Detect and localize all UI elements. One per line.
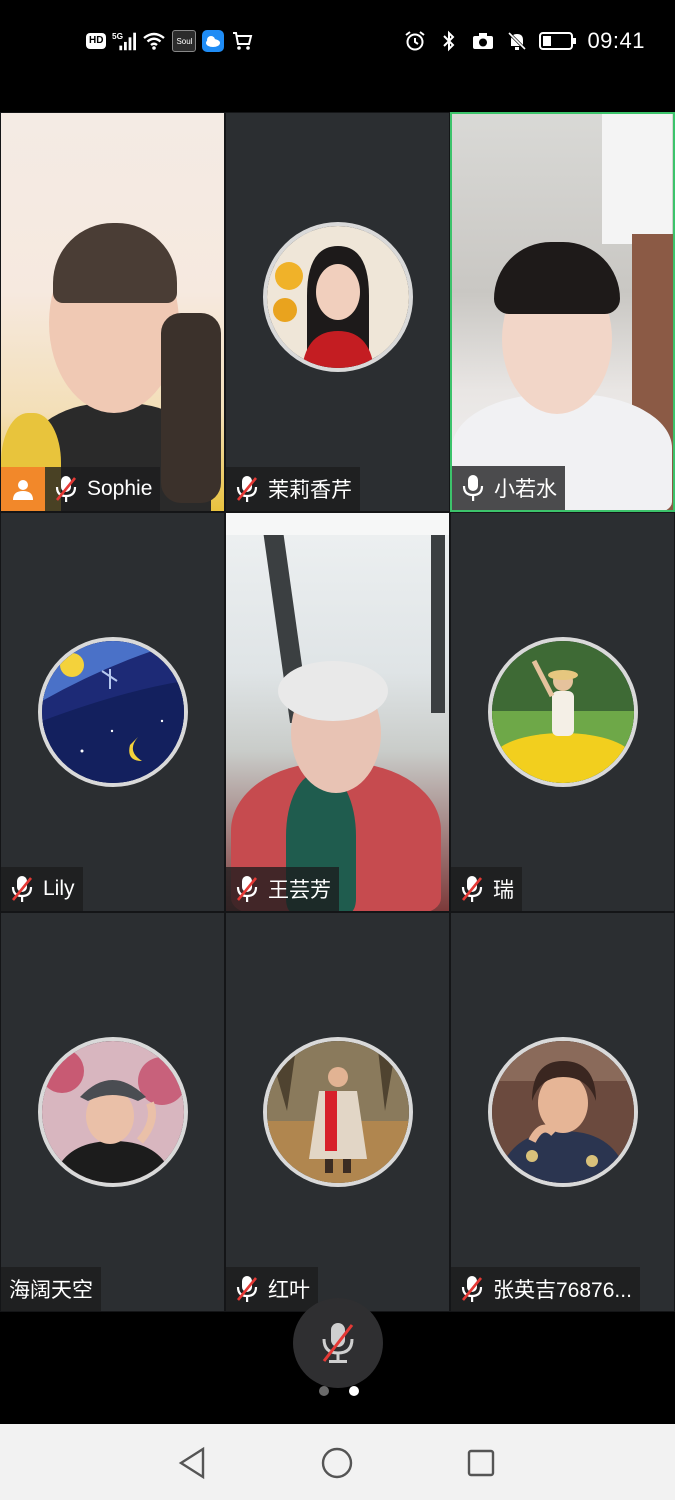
participant-avatar: [262, 1037, 413, 1187]
participant-tile-rui[interactable]: 瑞: [450, 512, 675, 912]
mic-muted-icon: [9, 874, 35, 904]
home-circle-icon: [321, 1447, 353, 1479]
participant-tile-wangyunfang[interactable]: 王芸芳: [225, 512, 450, 912]
participant-nameplate: 小若水: [452, 466, 565, 510]
participant-tile-hongye[interactable]: 红叶: [225, 912, 450, 1312]
participant-tile-molixiangqin[interactable]: 茉莉香芹: [225, 112, 450, 512]
participant-nameplate: Lily: [1, 867, 83, 911]
cellular-signal-icon: 5G: [112, 29, 137, 53]
participant-grid: Sophie 茉莉香芹 小若水 Lily 王芸芳 瑞 海阔天空 红叶 张英吉76…: [0, 112, 675, 1312]
participant-avatar: [487, 1037, 638, 1187]
status-bar: HD 5G Soul 09:41: [0, 0, 675, 84]
video-feed: [452, 114, 673, 510]
mic-icon: [460, 473, 486, 503]
participant-name: 王芸芳: [268, 879, 331, 902]
participant-avatar: [37, 1037, 188, 1187]
participant-avatar: [262, 222, 413, 372]
participant-tile-lily[interactable]: Lily: [0, 512, 225, 912]
mic-muted-icon: [459, 1274, 485, 1304]
bluetooth-icon: [437, 29, 461, 53]
participant-name: 张英吉76876...: [493, 1279, 632, 1302]
video-feed: [226, 513, 449, 911]
participant-name: Lily: [43, 877, 75, 900]
mute-toggle-button[interactable]: [293, 1298, 383, 1388]
participant-nameplate: 张英吉76876...: [451, 1267, 640, 1311]
mic-muted-icon: [234, 474, 260, 504]
back-triangle-icon: [178, 1446, 205, 1480]
participant-name: 瑞: [493, 879, 514, 902]
status-bar-right: 09:41: [403, 26, 645, 56]
page-dot[interactable]: [319, 1386, 329, 1396]
participant-nameplate: 王芸芳: [226, 867, 339, 911]
participant-name: 茉莉香芹: [268, 479, 352, 502]
mic-muted-icon: [459, 874, 485, 904]
participant-name: 小若水: [494, 478, 557, 501]
host-person-icon: [1, 467, 45, 511]
recents-button[interactable]: [464, 1446, 498, 1480]
system-navigation-bar: [0, 1424, 675, 1500]
svg-text:5G: 5G: [112, 31, 123, 41]
status-time: 09:41: [587, 28, 645, 53]
participant-tile-sophie[interactable]: Sophie: [0, 112, 225, 512]
participant-name: Sophie: [87, 477, 153, 500]
alarm-icon: [403, 29, 427, 53]
participant-avatar: [487, 637, 638, 787]
participant-nameplate: 茉莉香芹: [226, 467, 360, 511]
soul-app-icon: Soul: [172, 30, 197, 52]
participant-tile-xiaoruoshui[interactable]: 小若水: [450, 112, 675, 512]
camera-icon: [471, 29, 495, 53]
mic-muted-icon: [234, 1274, 260, 1304]
weather-app-icon: [202, 30, 225, 52]
page-indicator: [319, 1386, 359, 1396]
participant-tile-haikuotiankong[interactable]: 海阔天空: [0, 912, 225, 1312]
participant-nameplate: 瑞: [451, 867, 522, 911]
participant-nameplate: Sophie: [1, 467, 161, 511]
home-button[interactable]: [320, 1446, 354, 1480]
mic-muted-icon: [53, 474, 79, 504]
participant-tile-zhangyingji[interactable]: 张英吉76876...: [450, 912, 675, 1312]
status-bar-left: HD 5G Soul: [86, 26, 254, 56]
video-feed: [1, 113, 224, 511]
wifi-icon: [142, 29, 166, 53]
page-dot-active[interactable]: [349, 1386, 359, 1396]
back-button[interactable]: [175, 1446, 209, 1480]
shopping-cart-icon: [230, 29, 254, 53]
participant-name: 红叶: [268, 1279, 310, 1302]
participant-name: 海阔天空: [9, 1279, 93, 1302]
battery-icon: [539, 29, 577, 53]
participant-avatar: [37, 637, 188, 787]
participant-nameplate: 海阔天空: [1, 1267, 101, 1311]
mic-muted-icon: [234, 874, 260, 904]
hd-badge: HD: [86, 33, 107, 49]
recents-square-icon: [467, 1449, 495, 1477]
participant-nameplate: 红叶: [226, 1267, 318, 1311]
mic-muted-icon: [322, 1323, 354, 1363]
notifications-off-icon: [505, 29, 529, 53]
